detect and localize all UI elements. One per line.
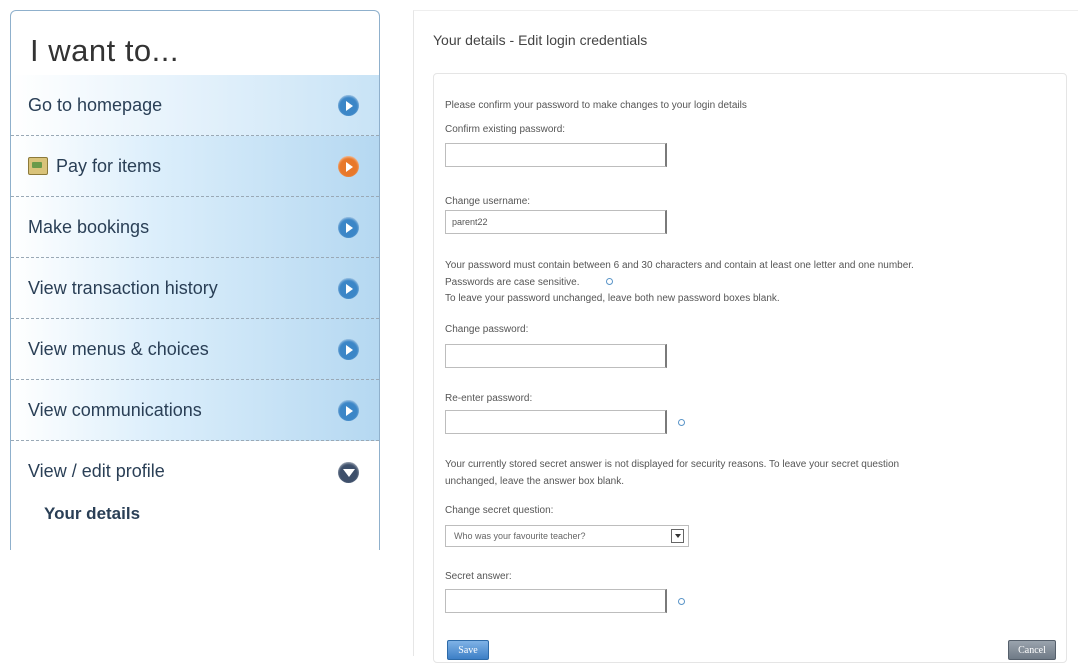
nav-item-label: View menus & choices [28,338,209,359]
nav-item-label: View communications [28,399,202,420]
nav-item-label: Go to homepage [28,94,163,115]
sidebar-menu: I want to... Go to homepage Pay for item… [10,10,380,550]
nav-item-homepage[interactable]: Go to homepage [11,75,379,136]
secret-note-text-2: unchanged, leave the answer box blank. [445,476,625,487]
password-rules-text: Your password must contain between 6 and… [445,260,914,271]
arrow-right-icon [338,95,359,116]
arrow-right-icon [338,400,359,421]
info-icon[interactable] [678,419,685,426]
case-sensitive-text: Passwords are case sensitive. [445,277,580,288]
main-panel: Your details - Edit login credentials Pl… [413,10,1078,663]
confirm-password-input[interactable] [445,143,667,167]
secret-question-label: Change secret question: [445,505,554,516]
info-icon[interactable] [678,598,685,605]
nav-item-communications[interactable]: View communications [11,380,379,441]
login-credentials-form: Please confirm your password to make cha… [433,73,1067,663]
payment-icon [28,157,48,175]
secret-note-text: Your currently stored secret answer is n… [445,459,900,470]
nav-item-label: View / edit profile [28,461,165,481]
reenter-password-input[interactable] [445,410,667,434]
secret-answer-input[interactable] [445,589,667,613]
arrow-right-icon [338,217,359,238]
reenter-password-label: Re-enter password: [445,393,533,404]
username-input[interactable] [445,210,667,234]
confirm-intro-text: Please confirm your password to make cha… [445,100,747,111]
arrow-right-icon [338,339,359,360]
nav-item-pay[interactable]: Pay for items [11,136,379,197]
arrow-down-icon [338,461,359,483]
username-label: Change username: [445,196,531,207]
confirm-password-label: Confirm existing password: [445,124,566,135]
change-password-input[interactable] [445,344,667,368]
nav-item-menus[interactable]: View menus & choices [11,319,379,380]
secret-question-value: Who was your favourite teacher? [454,531,586,541]
page-title: Your details - Edit login credentials [433,32,648,48]
save-button[interactable]: Save [447,640,489,660]
secret-answer-label: Secret answer: [445,571,512,582]
subnav-item-your-details[interactable]: Your details [11,502,379,532]
dropdown-arrow-icon[interactable] [671,529,684,543]
nav-item-profile[interactable]: View / edit profile [11,441,379,502]
nav-item-label: Make bookings [28,216,150,237]
arrow-right-icon [338,278,359,299]
nav-item-label: View transaction history [28,277,218,298]
sidebar-title: I want to... [30,33,180,68]
change-password-label: Change password: [445,324,529,335]
nav-item-label: Pay for items [56,155,162,176]
info-icon[interactable] [606,278,613,285]
arrow-right-icon [338,156,359,177]
unchanged-password-text: To leave your password unchanged, leave … [445,293,780,304]
cancel-button[interactable]: Cancel [1008,640,1056,660]
secret-question-select[interactable]: Who was your favourite teacher? [445,525,689,547]
nav-item-transactions[interactable]: View transaction history [11,258,379,319]
nav-item-bookings[interactable]: Make bookings [11,197,379,258]
